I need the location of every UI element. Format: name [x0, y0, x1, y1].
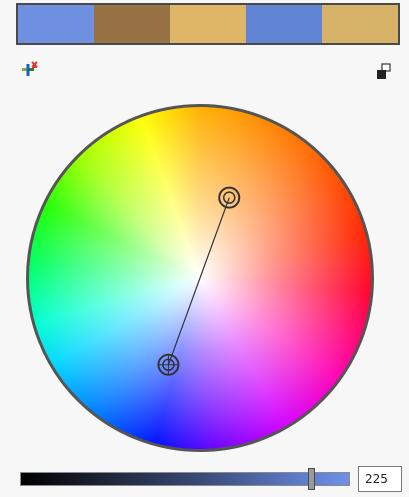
toggle-swatch-icon[interactable] [375, 62, 395, 82]
brightness-slider-thumb[interactable] [308, 468, 316, 490]
add-color-harmony-icon[interactable] [20, 60, 40, 80]
harmony-overlay [157, 186, 241, 376]
swatch-1[interactable] [18, 5, 94, 43]
brightness-slider-row: 225 [20, 466, 406, 494]
swatch-2[interactable] [94, 5, 170, 43]
swatch-3[interactable] [170, 5, 246, 43]
color-harmony-panel: 225 [0, 0, 409, 497]
secondary-color-handle[interactable] [157, 353, 180, 376]
swatch-4[interactable] [246, 5, 322, 43]
brightness-value-input[interactable]: 225 [358, 466, 402, 492]
harmony-swatch-strip [16, 3, 400, 45]
swatch-5[interactable] [322, 5, 398, 43]
harmony-link-line [167, 197, 230, 365]
color-wheel-area [26, 104, 374, 452]
brightness-slider[interactable] [20, 472, 350, 486]
